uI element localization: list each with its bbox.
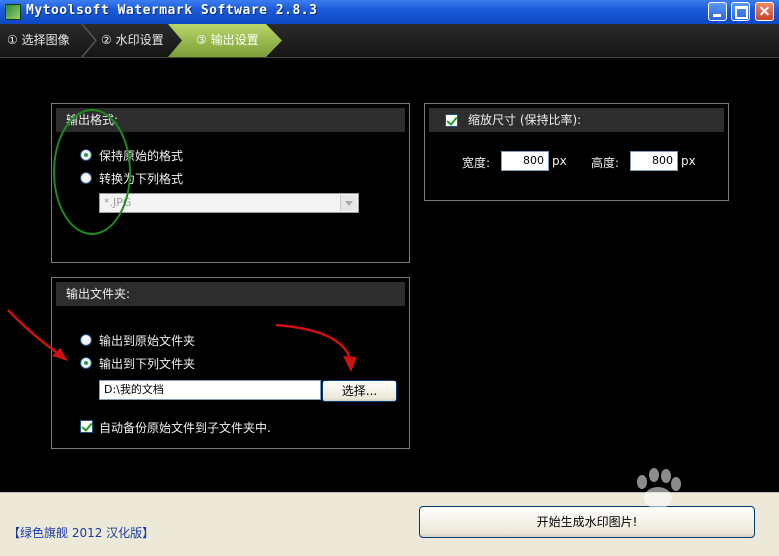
resize-header: 缩放尺寸 (保持比率):	[429, 108, 724, 132]
output-folder-panel: 输出文件夹: 输出到原始文件夹 输出到下列文件夹 D:\我的文档 选择... 自…	[51, 277, 410, 449]
height-unit: px	[681, 154, 696, 168]
output-format-panel: 输出格式: 保持原始的格式 转换为下列格式 *.JPG	[51, 103, 410, 263]
window-title: Mytoolsoft Watermark Software 2.8.3	[26, 3, 318, 18]
step-watermark-settings[interactable]: ② 水印设置	[101, 24, 164, 57]
resize-panel: 缩放尺寸 (保持比率): 宽度: 800 px 高度: 800 px	[424, 103, 729, 201]
format-select[interactable]: *.JPG	[99, 193, 359, 213]
choose-folder-button[interactable]: 选择...	[322, 380, 397, 402]
folder-path-input[interactable]: D:\我的文档	[99, 380, 321, 400]
step-separator-icon	[81, 24, 97, 57]
backup-checkbox[interactable]	[80, 420, 93, 433]
step-output-settings[interactable]: ③ 输出设置	[196, 24, 259, 57]
maximize-button[interactable]	[731, 2, 750, 21]
height-label: 高度:	[591, 156, 620, 170]
output-folder-header: 输出文件夹:	[56, 282, 405, 306]
minimize-button[interactable]	[708, 2, 727, 21]
title-bar: Mytoolsoft Watermark Software 2.8.3	[0, 0, 779, 25]
step-navigation: ① 选择图像 ② 水印设置 ③ 输出设置	[0, 24, 779, 58]
width-label: 宽度:	[462, 156, 491, 170]
paw-logo-icon	[637, 468, 681, 509]
height-input[interactable]: 800	[630, 151, 678, 171]
convert-format-label[interactable]: 转换为下列格式	[99, 170, 183, 187]
format-select-value: *.JPG	[104, 196, 132, 209]
to-following-folder-label[interactable]: 输出到下列文件夹	[99, 355, 195, 372]
resize-checkbox[interactable]	[445, 114, 458, 127]
close-button[interactable]	[755, 2, 774, 21]
to-original-folder-label[interactable]: 输出到原始文件夹	[99, 332, 195, 349]
step-select-image[interactable]: ① 选择图像	[7, 24, 70, 57]
brand-label: 【绿色旗舰 2012 汉化版】	[8, 526, 155, 540]
convert-format-radio[interactable]	[80, 172, 92, 184]
app-icon	[5, 4, 21, 20]
backup-label[interactable]: 自动备份原始文件到子文件夹中.	[99, 419, 271, 436]
output-format-header: 输出格式:	[56, 108, 405, 132]
keep-format-radio[interactable]	[80, 149, 92, 161]
to-following-folder-radio[interactable]	[80, 357, 92, 369]
width-unit: px	[552, 154, 567, 168]
width-input[interactable]: 800	[501, 151, 549, 171]
chevron-down-icon[interactable]	[340, 195, 357, 211]
keep-format-label[interactable]: 保持原始的格式	[99, 147, 183, 164]
to-original-folder-radio[interactable]	[80, 334, 92, 346]
